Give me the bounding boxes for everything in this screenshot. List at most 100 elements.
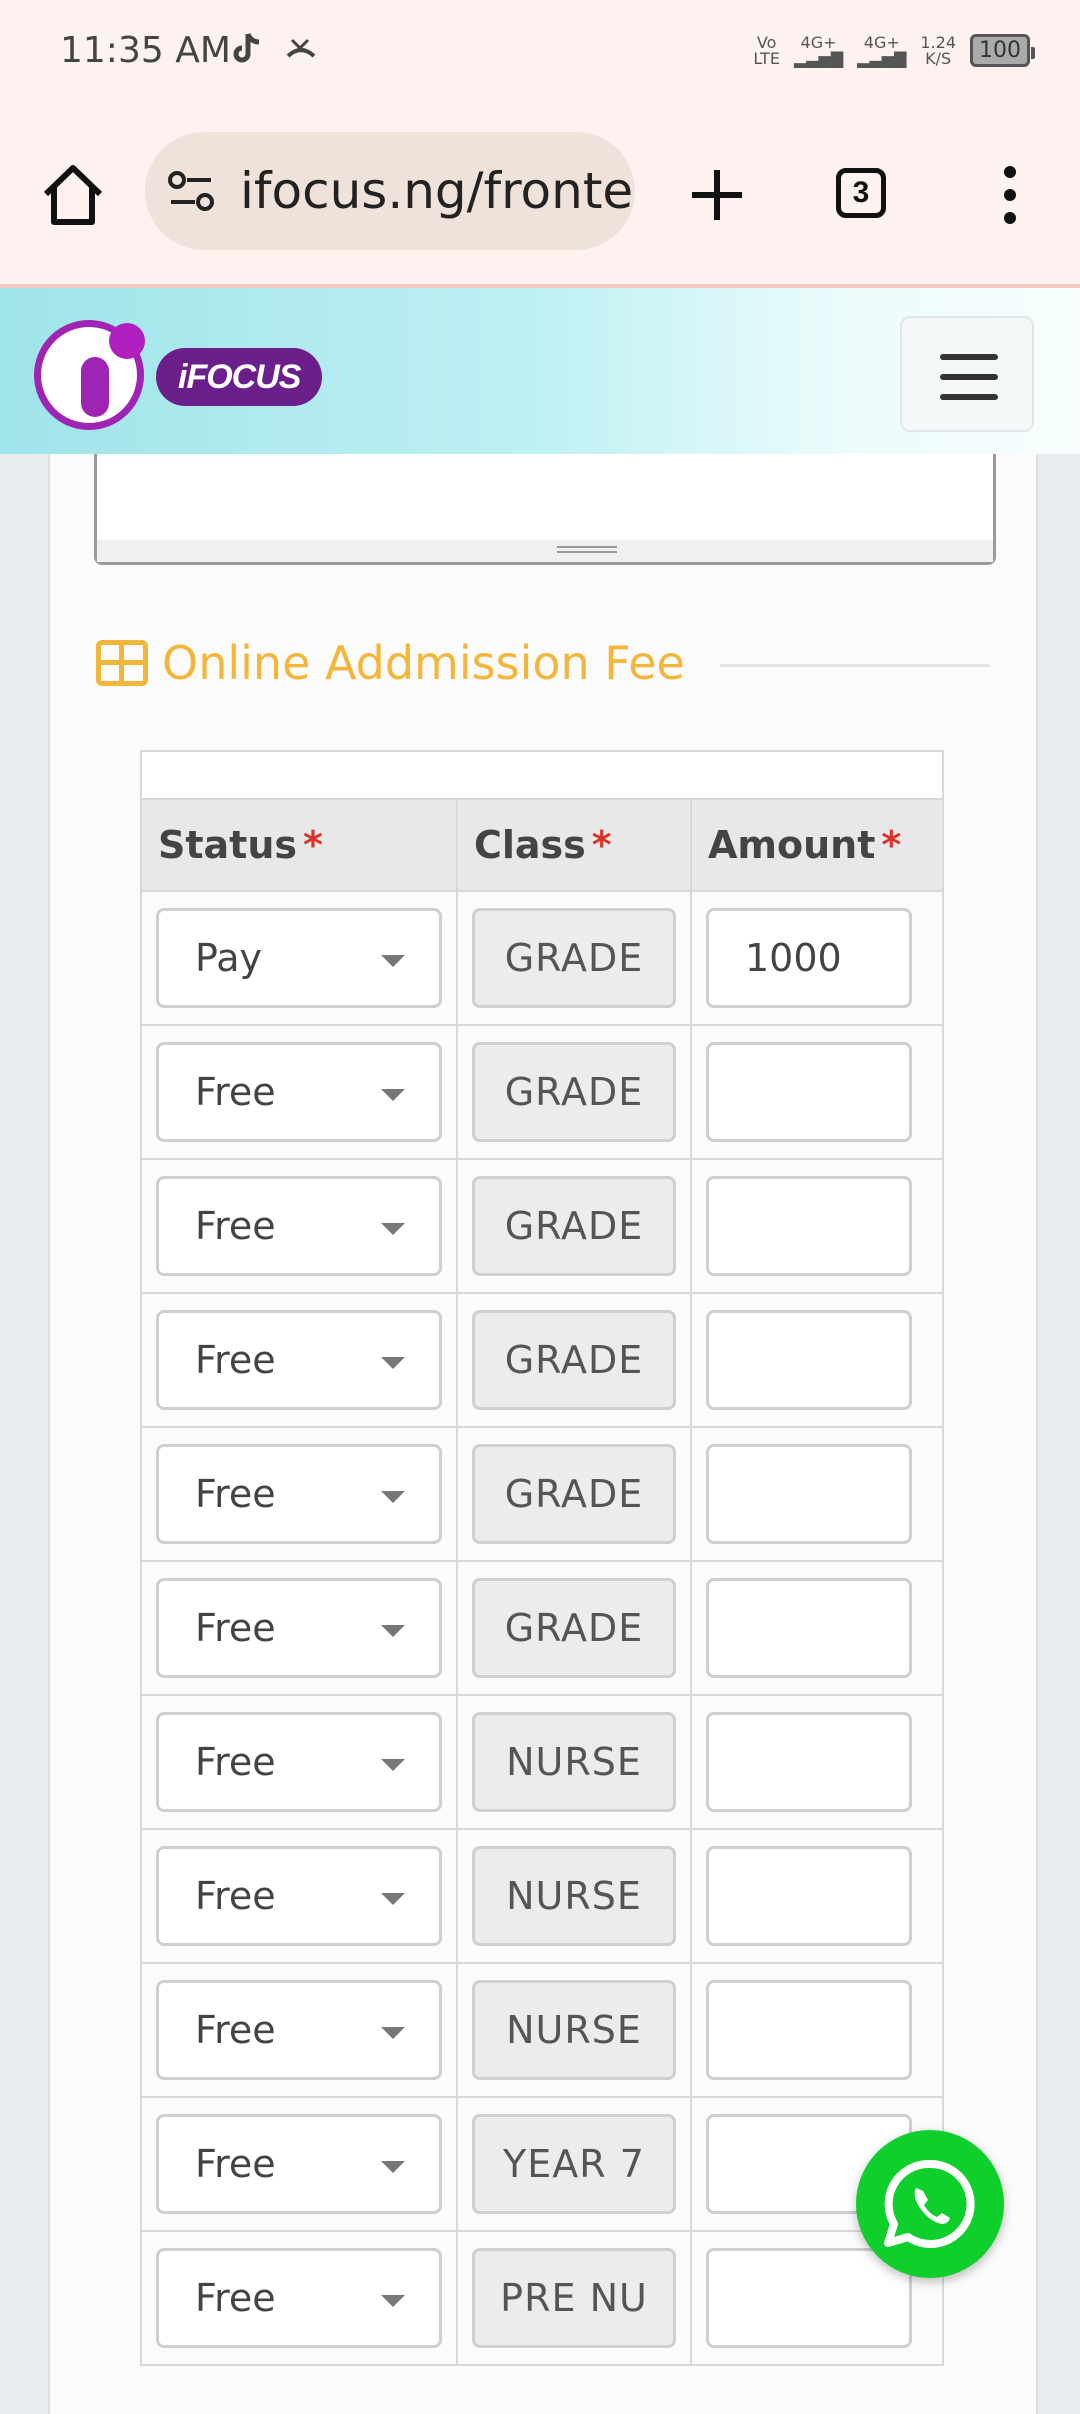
logo-text[interactable]: iFOCUS	[156, 348, 323, 406]
status-cell: Pay	[140, 890, 458, 1026]
status-select[interactable]: Free	[156, 2114, 442, 2214]
status-select[interactable]: Free	[156, 1846, 442, 1946]
section-header: Online Addmission Fee	[96, 636, 685, 690]
amount-cell: 1000	[690, 890, 944, 1026]
class-field[interactable]: GRADE	[472, 1042, 676, 1142]
amount-cell	[690, 1694, 944, 1830]
chevron-down-icon	[381, 1089, 405, 1101]
class-field[interactable]: GRADE	[472, 1310, 676, 1410]
menu-icon	[940, 354, 998, 360]
class-field[interactable]: PRE NU	[472, 2248, 676, 2348]
class-field[interactable]: NURSE	[472, 1846, 676, 1946]
chevron-down-icon	[381, 2027, 405, 2039]
status-value: Free	[195, 1874, 276, 1918]
status-value: Free	[195, 2276, 276, 2320]
status-select[interactable]: Free	[156, 1444, 442, 1544]
resize-handle[interactable]	[97, 540, 993, 562]
class-field[interactable]: GRADE	[472, 1578, 676, 1678]
table-row: Free NURSE	[140, 1694, 944, 1830]
status-value: Free	[195, 1338, 276, 1382]
status-system-icons: Vo LTE 4G+ ▂▃▅▇ 4G+ ▂▃▅▇ 1.24 K/S 100	[753, 32, 1035, 68]
table-row: Free NURSE	[140, 1962, 944, 2098]
status-select[interactable]: Free	[156, 1176, 442, 1276]
amount-input[interactable]	[706, 1444, 912, 1544]
status-cell: Free	[140, 1024, 458, 1160]
status-cell: Free	[140, 1962, 458, 2098]
status-time: 11:35 AM	[60, 30, 231, 71]
logo-bar	[81, 357, 109, 417]
status-select[interactable]: Free	[156, 1578, 442, 1678]
class-field[interactable]: GRADE	[472, 1176, 676, 1276]
table-header-row: Status * Class * Amount *	[140, 798, 944, 892]
status-cell: Free	[140, 1828, 458, 1964]
status-cell: Free	[140, 1158, 458, 1294]
amount-input[interactable]	[706, 1042, 912, 1142]
chevron-down-icon	[381, 2295, 405, 2307]
amount-input[interactable]	[706, 1310, 912, 1410]
status-select[interactable]: Free	[156, 1310, 442, 1410]
chevron-down-icon	[381, 1223, 405, 1235]
more-vert-icon[interactable]	[980, 160, 1040, 230]
class-cell: GRADE	[456, 1560, 692, 1696]
amount-input[interactable]	[706, 1176, 912, 1276]
text-area[interactable]	[94, 454, 996, 565]
tab-switcher-button[interactable]: 3	[836, 168, 886, 218]
amount-input[interactable]	[706, 1846, 912, 1946]
status-select[interactable]: Pay	[156, 908, 442, 1008]
whatsapp-button[interactable]	[856, 2130, 1004, 2278]
status-select[interactable]: Free	[156, 1042, 442, 1142]
logo-mark[interactable]	[34, 320, 145, 430]
fee-table: Status * Class * Amount * Pay GRADE 1000 Free G…	[140, 750, 944, 2366]
status-cell: Free	[140, 1560, 458, 1696]
amount-cell	[690, 1828, 944, 1964]
table-row: Free YEAR 7	[140, 2096, 944, 2232]
plus-icon[interactable]	[682, 160, 752, 230]
table-row: Free GRADE	[140, 1292, 944, 1428]
status-cell: Free	[140, 1694, 458, 1830]
class-field[interactable]: GRADE	[472, 1444, 676, 1544]
amount-input[interactable]	[706, 1980, 912, 2080]
site-settings-icon[interactable]	[167, 170, 217, 214]
chevron-down-icon	[381, 1625, 405, 1637]
browser-toolbar: ifocus.ng/frontend 3	[0, 108, 1080, 284]
status-select[interactable]: Free	[156, 1980, 442, 2080]
status-value: Free	[195, 1070, 276, 1114]
table-row: Pay GRADE 1000	[140, 890, 944, 1026]
status-cell: Free	[140, 2096, 458, 2232]
table-row: Free PRE NU	[140, 2230, 944, 2366]
amount-input[interactable]: 1000	[706, 908, 912, 1008]
whatsapp-icon	[884, 2159, 975, 2248]
chevron-down-icon	[381, 1357, 405, 1369]
status-value: Free	[195, 1204, 276, 1248]
amount-input[interactable]	[706, 1578, 912, 1678]
chevron-down-icon	[381, 1491, 405, 1503]
section-title: Online Addmission Fee	[162, 636, 685, 690]
header-class: Class *	[456, 798, 692, 892]
amount-cell	[690, 1962, 944, 2098]
status-cell: Free	[140, 2230, 458, 2366]
class-field[interactable]: YEAR 7	[472, 2114, 676, 2214]
table-icon	[96, 640, 148, 686]
status-select[interactable]: Free	[156, 2248, 442, 2348]
signal-2: 4G+ ▂▃▅▇	[857, 32, 907, 68]
missed-call-icon	[286, 38, 316, 58]
battery-indicator: 100	[970, 34, 1035, 67]
amount-input[interactable]	[706, 1712, 912, 1812]
class-cell: YEAR 7	[456, 2096, 692, 2232]
amount-cell	[690, 1024, 944, 1160]
volte-indicator: Vo LTE	[753, 32, 780, 68]
class-field[interactable]: NURSE	[472, 1980, 676, 2080]
class-field[interactable]: NURSE	[472, 1712, 676, 1812]
address-bar[interactable]: ifocus.ng/frontend	[145, 132, 635, 250]
url-text: ifocus.ng/frontend	[240, 162, 635, 220]
home-icon[interactable]	[38, 160, 108, 230]
class-field[interactable]: GRADE	[472, 908, 676, 1008]
class-cell: NURSE	[456, 1828, 692, 1964]
amount-cell	[690, 1158, 944, 1294]
admission-form-card: Online Addmission Fee Status * Class * Amo…	[48, 454, 1038, 2414]
status-value: Free	[195, 1740, 276, 1784]
hamburger-menu-button[interactable]	[900, 316, 1034, 432]
status-select[interactable]: Free	[156, 1712, 442, 1812]
status-value: Free	[195, 2142, 276, 2186]
chevron-down-icon	[381, 1759, 405, 1771]
